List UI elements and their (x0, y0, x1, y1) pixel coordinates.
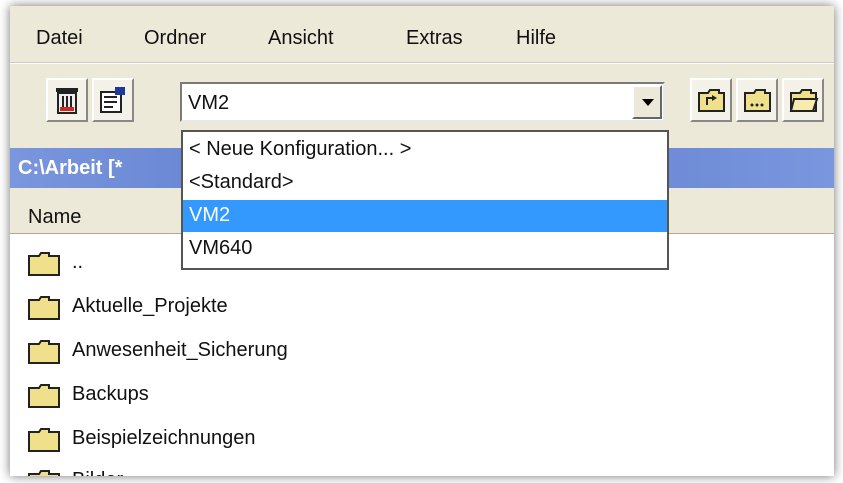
config-dropdown-list: < Neue Konfiguration... > <Standard> VM2… (181, 130, 669, 270)
folder-browse-icon (744, 89, 771, 112)
app-window: Datei Ordner Ansicht Extras Hilfe VM2 C:… (10, 6, 834, 476)
folder-up-button[interactable] (690, 78, 732, 122)
folder-icon (28, 296, 60, 320)
list-item-label: Bilder (72, 465, 123, 476)
folder-icon (28, 340, 60, 364)
delete-icon (56, 88, 78, 114)
menu-extras[interactable]: Extras (406, 24, 463, 52)
combobox-arrow-button[interactable] (632, 85, 662, 119)
dropdown-option-vm2[interactable]: VM2 (183, 200, 667, 232)
folder-icon (28, 384, 60, 408)
menu-ordner[interactable]: Ordner (144, 24, 206, 52)
config-combobox[interactable]: VM2 (180, 82, 665, 122)
list-item-label: Beispielzeichnungen (72, 427, 256, 449)
folder-open-button[interactable] (782, 78, 824, 122)
menu-separator (10, 62, 834, 64)
dropdown-option-standard[interactable]: <Standard> (183, 167, 667, 199)
list-item[interactable]: Anwesenheit_Sicherung (10, 330, 834, 370)
list-item[interactable]: Bilder (10, 460, 834, 476)
menu-hilfe[interactable]: Hilfe (516, 24, 556, 52)
list-item-label: Backups (72, 383, 149, 405)
list-item[interactable]: Aktuelle_Projekte (10, 286, 834, 326)
chevron-down-icon (642, 99, 654, 106)
folder-browse-button[interactable] (736, 78, 778, 122)
list-item[interactable]: Beispielzeichnungen (10, 418, 834, 458)
list-item-label: Anwesenheit_Sicherung (72, 339, 288, 361)
list-item-label: Aktuelle_Projekte (72, 295, 228, 317)
folder-icon (28, 252, 60, 276)
folder-icon (28, 470, 60, 476)
menu-ansicht[interactable]: Ansicht (268, 24, 334, 52)
list-item[interactable]: Backups (10, 374, 834, 414)
column-header-label: Name (28, 206, 82, 228)
delete-config-button[interactable] (46, 78, 88, 122)
folder-up-icon (698, 89, 725, 112)
folder-icon (28, 428, 60, 452)
list-item-label: .. (72, 251, 84, 273)
menu-datei[interactable]: Datei (36, 24, 83, 52)
properties-icon (100, 87, 125, 113)
dropdown-option-new-config[interactable]: < Neue Konfiguration... > (183, 134, 667, 166)
config-combobox-value: VM2 (188, 92, 230, 114)
current-path: C:\Arbeit [* (18, 157, 123, 179)
properties-button[interactable] (92, 78, 134, 122)
folder-open-icon (789, 89, 819, 112)
dropdown-option-vm640[interactable]: VM640 (183, 233, 667, 265)
